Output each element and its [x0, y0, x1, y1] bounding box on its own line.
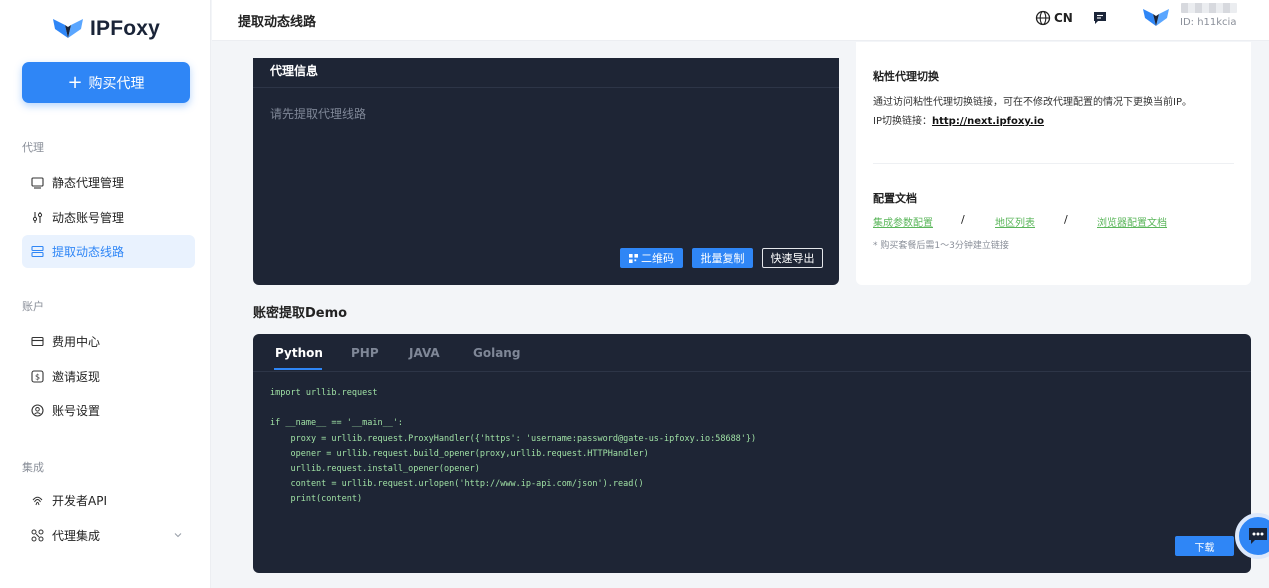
- sidebar-item-developer-api[interactable]: 开发者API: [22, 484, 195, 517]
- code-demo-panel: Python PHP JAVA Golang import urllib.req…: [253, 334, 1251, 573]
- user-id: ID: h11kcia: [1180, 17, 1237, 28]
- ip-switch-label: IP切换链接：: [873, 116, 932, 127]
- doc-link-browser-config[interactable]: 浏览器配置文档: [1097, 214, 1167, 229]
- sidebar-item-proxy-integration[interactable]: 代理集成: [22, 519, 195, 552]
- tab-java[interactable]: JAVA: [409, 346, 440, 360]
- sidebar-item-account-settings[interactable]: 账号设置: [22, 394, 195, 427]
- sticky-proxy-desc: 通过访问粘性代理切换链接，可在不修改代理配置的情况下更换当前IP。: [873, 97, 1192, 108]
- top-header: 提取动态线路 CN ID: h11kcia: [212, 0, 1269, 41]
- proxy-list-placeholder: 请先提取代理线路: [270, 107, 367, 121]
- docs-title: 配置文档: [873, 192, 917, 205]
- sticky-proxy-title: 粘性代理切换: [873, 70, 939, 83]
- monitor-icon: [31, 176, 44, 189]
- divider: [873, 163, 1234, 164]
- code-block: import urllib.request if __name__ == '__…: [270, 388, 757, 505]
- doc-separator: /: [961, 213, 965, 226]
- sidebar-item-label: 开发者API: [52, 494, 107, 508]
- batch-copy-button[interactable]: 批量复制: [692, 248, 753, 268]
- fingerprint-icon: [31, 494, 44, 507]
- tab-php[interactable]: PHP: [351, 346, 379, 360]
- svg-text:$: $: [35, 373, 40, 382]
- integration-icon: [31, 529, 44, 542]
- sidebar-item-label: 静态代理管理: [52, 176, 125, 190]
- qr-code-button[interactable]: 二维码: [620, 248, 683, 268]
- sidebar-item-label: 代理集成: [52, 529, 101, 543]
- sidebar-item-extract-dynamic[interactable]: 提取动态线路: [22, 235, 195, 268]
- chat-bubble-icon: [1249, 528, 1267, 544]
- doc-link-region-list[interactable]: 地区列表: [995, 214, 1035, 229]
- user-name-redacted: [1181, 3, 1237, 13]
- chevron-down-icon[interactable]: [173, 530, 183, 540]
- sidebar-item-label: 提取动态线路: [52, 245, 125, 259]
- divider: [253, 371, 1251, 372]
- sidebar-item-label: 邀请返现: [52, 370, 101, 384]
- divider: [253, 87, 839, 88]
- qr-code-label: 二维码: [641, 252, 674, 265]
- doc-link-integration-params[interactable]: 集成参数配置: [873, 214, 933, 229]
- page-title: 提取动态线路: [238, 15, 317, 30]
- language-label: CN: [1054, 11, 1073, 25]
- sidebar-item-label: 账号设置: [52, 404, 101, 418]
- sidebar-item-label: 费用中心: [52, 335, 101, 349]
- demo-section-title: 账密提取Demo: [253, 306, 348, 321]
- group-label-integration: 集成: [22, 461, 44, 474]
- globe-icon: [1035, 10, 1051, 26]
- group-label-account: 账户: [22, 300, 44, 313]
- fox-logo-icon: [52, 16, 84, 42]
- qr-code-icon: [629, 253, 638, 263]
- sidebar-item-label: 动态账号管理: [52, 211, 125, 225]
- sidebar-item-billing[interactable]: 费用中心: [22, 325, 195, 358]
- brand-logo[interactable]: IPFoxy: [52, 16, 160, 42]
- tab-python[interactable]: Python: [275, 346, 323, 360]
- dollar-icon: $: [31, 370, 44, 383]
- sticky-proxy-card: 粘性代理切换 通过访问粘性代理切换链接，可在不修改代理配置的情况下更换当前IP。…: [856, 42, 1251, 285]
- card-icon: [31, 335, 44, 348]
- proxy-info-panel: 代理信息 请先提取代理线路 二维码 批量复制 快速导出: [253, 58, 839, 285]
- quick-export-button[interactable]: 快速导出: [762, 248, 823, 268]
- group-label-proxy: 代理: [22, 141, 44, 154]
- message-icon[interactable]: [1092, 10, 1108, 26]
- sidebar-item-referral[interactable]: $ 邀请返现: [22, 360, 195, 393]
- sliders-icon: [31, 211, 44, 224]
- tab-golang[interactable]: Golang: [473, 346, 520, 360]
- avatar[interactable]: [1142, 6, 1170, 30]
- purchase-note: * 购买套餐后需1～3分钟建立链接: [873, 241, 1009, 251]
- active-tab-indicator: [274, 368, 322, 370]
- user-circle-icon: [31, 404, 44, 417]
- buy-proxy-label: 购买代理: [88, 75, 145, 92]
- server-icon: [31, 245, 44, 258]
- sidebar-item-static-proxy[interactable]: 静态代理管理: [22, 166, 195, 199]
- buy-proxy-button[interactable]: + 购买代理: [22, 62, 190, 103]
- proxy-info-title: 代理信息: [270, 64, 319, 78]
- language-switcher[interactable]: CN: [1035, 10, 1073, 26]
- doc-separator: /: [1064, 213, 1068, 226]
- brand-name: IPFoxy: [90, 17, 161, 40]
- plus-icon: +: [67, 71, 83, 93]
- ip-switch-row: IP切换链接：http://next.ipfoxy.io: [873, 112, 1044, 127]
- ip-switch-link[interactable]: http://next.ipfoxy.io: [932, 116, 1044, 127]
- sidebar: IPFoxy + 购买代理 代理 静态代理管理 动态账号管理 提取动态线路 账户…: [0, 0, 211, 588]
- sidebar-item-dynamic-account[interactable]: 动态账号管理: [22, 201, 195, 234]
- download-button[interactable]: 下载: [1175, 536, 1234, 556]
